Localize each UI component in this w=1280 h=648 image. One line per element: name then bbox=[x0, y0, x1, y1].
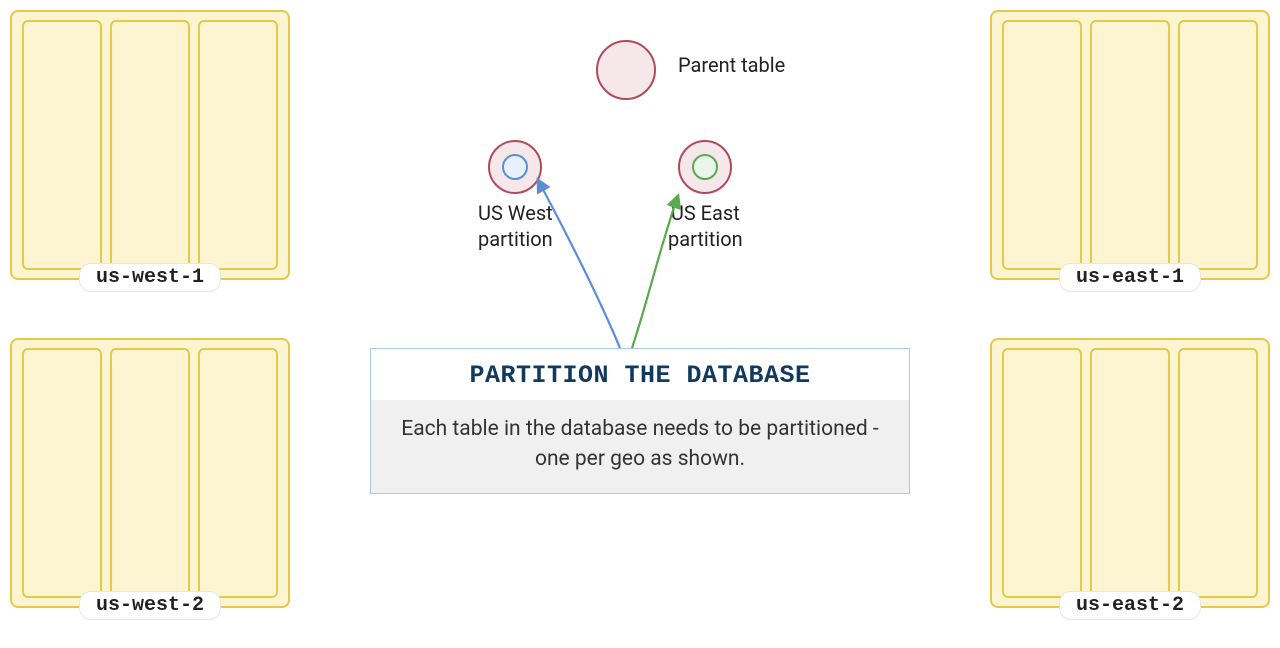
region-column bbox=[1178, 20, 1258, 270]
parent-table-node bbox=[596, 40, 656, 100]
us-west-partition-node: US West partition bbox=[478, 140, 553, 252]
region-us-east-1: us-east-1 bbox=[990, 10, 1270, 280]
region-us-west-1: us-west-1 bbox=[10, 10, 290, 280]
region-column bbox=[198, 20, 278, 270]
parent-table-icon bbox=[596, 40, 656, 100]
info-box-title: PARTITION THE DATABASE bbox=[371, 349, 909, 400]
parent-table-label: Parent table bbox=[678, 52, 785, 78]
region-label: us-east-2 bbox=[1059, 591, 1201, 620]
region-column bbox=[1178, 348, 1258, 598]
partition-inner-green-icon bbox=[692, 154, 718, 180]
region-us-west-2: us-west-2 bbox=[10, 338, 290, 608]
region-label: us-west-1 bbox=[79, 263, 221, 292]
region-label: us-west-2 bbox=[79, 591, 221, 620]
us-east-partition-node: US East partition bbox=[668, 140, 743, 252]
region-column bbox=[22, 348, 102, 598]
region-column bbox=[1002, 20, 1082, 270]
diagram-canvas: us-west-1 us-east-1 us-west-2 us-east-2 … bbox=[0, 0, 1280, 648]
region-column bbox=[198, 348, 278, 598]
info-box-body: Each table in the database needs to be p… bbox=[371, 400, 909, 493]
region-column bbox=[1002, 348, 1082, 598]
partition-outer-ring bbox=[678, 140, 732, 194]
region-column bbox=[110, 20, 190, 270]
region-column bbox=[1090, 348, 1170, 598]
region-label: us-east-1 bbox=[1059, 263, 1201, 292]
info-box: PARTITION THE DATABASE Each table in the… bbox=[370, 348, 910, 494]
us-west-partition-label: US West partition bbox=[478, 200, 553, 252]
partition-outer-ring bbox=[488, 140, 542, 194]
region-us-east-2: us-east-2 bbox=[990, 338, 1270, 608]
parent-table-label-wrap: Parent table bbox=[678, 52, 785, 78]
region-column bbox=[110, 348, 190, 598]
region-column bbox=[1090, 20, 1170, 270]
region-column bbox=[22, 20, 102, 270]
partition-inner-blue-icon bbox=[502, 154, 528, 180]
us-east-partition-label: US East partition bbox=[668, 200, 743, 252]
